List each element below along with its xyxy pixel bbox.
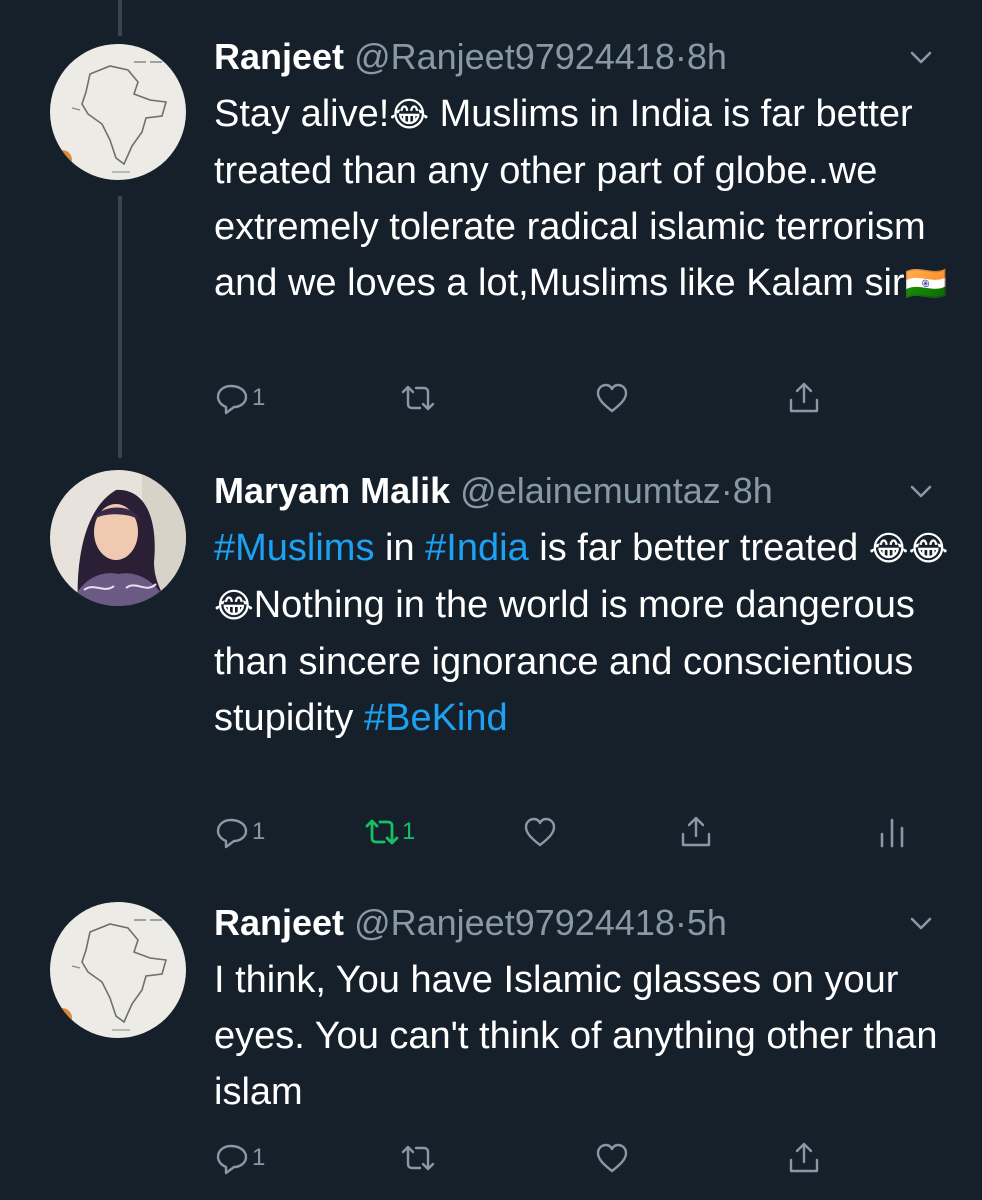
action-bar: 1 1	[214, 812, 954, 852]
text-segment: Stay alive!	[214, 93, 390, 135]
tweet[interactable]: Ranjeet @Ranjeet97924418·8h Stay alive!😂…	[0, 34, 982, 434]
speech-bubble-icon	[216, 818, 248, 849]
reply-button[interactable]: 1	[214, 812, 265, 852]
hashtag-link[interactable]: #India	[425, 527, 529, 569]
timestamp[interactable]: 8h	[687, 36, 727, 77]
separator-dot: ·	[674, 902, 687, 943]
hashtag-link[interactable]: #Muslims	[214, 527, 374, 569]
avatar[interactable]	[50, 902, 186, 1038]
separator-dot: ·	[720, 470, 733, 511]
avatar[interactable]	[50, 470, 186, 606]
bar-chart-icon	[880, 818, 904, 848]
reply-button[interactable]: 1	[214, 378, 265, 418]
retweet-arrows-icon	[401, 385, 435, 411]
user-handle[interactable]: @Ranjeet97924418	[354, 902, 675, 943]
more-options-button[interactable]	[904, 906, 938, 940]
action-bar: 1	[214, 1138, 954, 1178]
separator-dot: ·	[674, 36, 687, 77]
share-arrow-icon	[681, 816, 711, 847]
heart-icon	[596, 383, 628, 413]
share-button[interactable]	[786, 378, 822, 418]
like-button[interactable]	[594, 378, 632, 418]
retweet-button[interactable]	[400, 1138, 438, 1178]
like-button[interactable]	[522, 812, 560, 852]
tweet-text: Stay alive!😂 Muslims in India is far bet…	[214, 86, 954, 312]
india-map-avatar-image	[50, 44, 186, 180]
india-map-avatar-image	[50, 902, 186, 1038]
heart-icon	[524, 817, 556, 847]
more-options-button[interactable]	[904, 474, 938, 508]
woman-hijab-avatar-image	[50, 470, 186, 606]
retweet-button[interactable]: 1	[364, 812, 415, 852]
display-name[interactable]: Ranjeet	[214, 902, 344, 943]
heart-icon	[596, 1143, 628, 1173]
text-segment: Nothing in the world is more dangerous t…	[214, 584, 915, 739]
speech-bubble-icon	[216, 384, 248, 415]
text-segment: is far better treated	[528, 527, 869, 569]
share-button[interactable]	[786, 1138, 822, 1178]
text-segment: I think, You have Islamic glasses on you…	[214, 959, 938, 1113]
tweet-text: #Muslims in #India is far better treated…	[214, 520, 954, 746]
tweet-header: Maryam Malik @elainemumtaz·8h	[214, 468, 773, 514]
reply-count: 1	[252, 1144, 266, 1171]
tweet-text: I think, You have Islamic glasses on you…	[214, 952, 954, 1120]
user-handle[interactable]: @elainemumtaz	[460, 470, 721, 511]
user-handle[interactable]: @Ranjeet97924418	[354, 36, 675, 77]
retweet-arrows-icon	[401, 1145, 435, 1171]
reply-count: 1	[252, 384, 266, 411]
tweet[interactable]: Maryam Malik @elainemumtaz·8h #Muslims i…	[0, 468, 982, 868]
chevron-down-icon	[910, 917, 932, 930]
action-bar: 1	[214, 378, 954, 418]
retweet-button[interactable]	[400, 378, 438, 418]
chevron-down-icon	[910, 485, 932, 498]
avatar[interactable]	[50, 44, 186, 180]
thread-line-top	[118, 0, 122, 36]
emoji: 😂	[389, 96, 430, 134]
display-name[interactable]: Ranjeet	[214, 36, 344, 77]
display-name[interactable]: Maryam Malik	[214, 470, 450, 511]
reply-button[interactable]: 1	[214, 1138, 265, 1178]
speech-bubble-icon	[216, 1144, 248, 1175]
tweet[interactable]: Ranjeet @Ranjeet97924418·5h I think, You…	[0, 900, 982, 1200]
chevron-down-icon	[910, 51, 932, 64]
timestamp[interactable]: 8h	[733, 470, 773, 511]
analytics-button[interactable]	[874, 812, 910, 852]
share-arrow-icon	[789, 1142, 819, 1173]
share-arrow-icon	[789, 382, 819, 413]
text-segment: in	[374, 527, 426, 569]
reply-count: 1	[252, 818, 266, 845]
like-button[interactable]	[594, 1138, 632, 1178]
share-button[interactable]	[678, 812, 714, 852]
timestamp[interactable]: 5h	[687, 902, 727, 943]
tweet-header: Ranjeet @Ranjeet97924418·8h	[214, 34, 727, 80]
flag-emoji: 🇮🇳	[904, 265, 947, 303]
hashtag-link[interactable]: #BeKind	[364, 697, 508, 739]
more-options-button[interactable]	[904, 40, 938, 74]
tweet-header: Ranjeet @Ranjeet97924418·5h	[214, 900, 727, 946]
retweet-arrows-icon	[365, 819, 399, 845]
retweet-count: 1	[402, 818, 416, 845]
